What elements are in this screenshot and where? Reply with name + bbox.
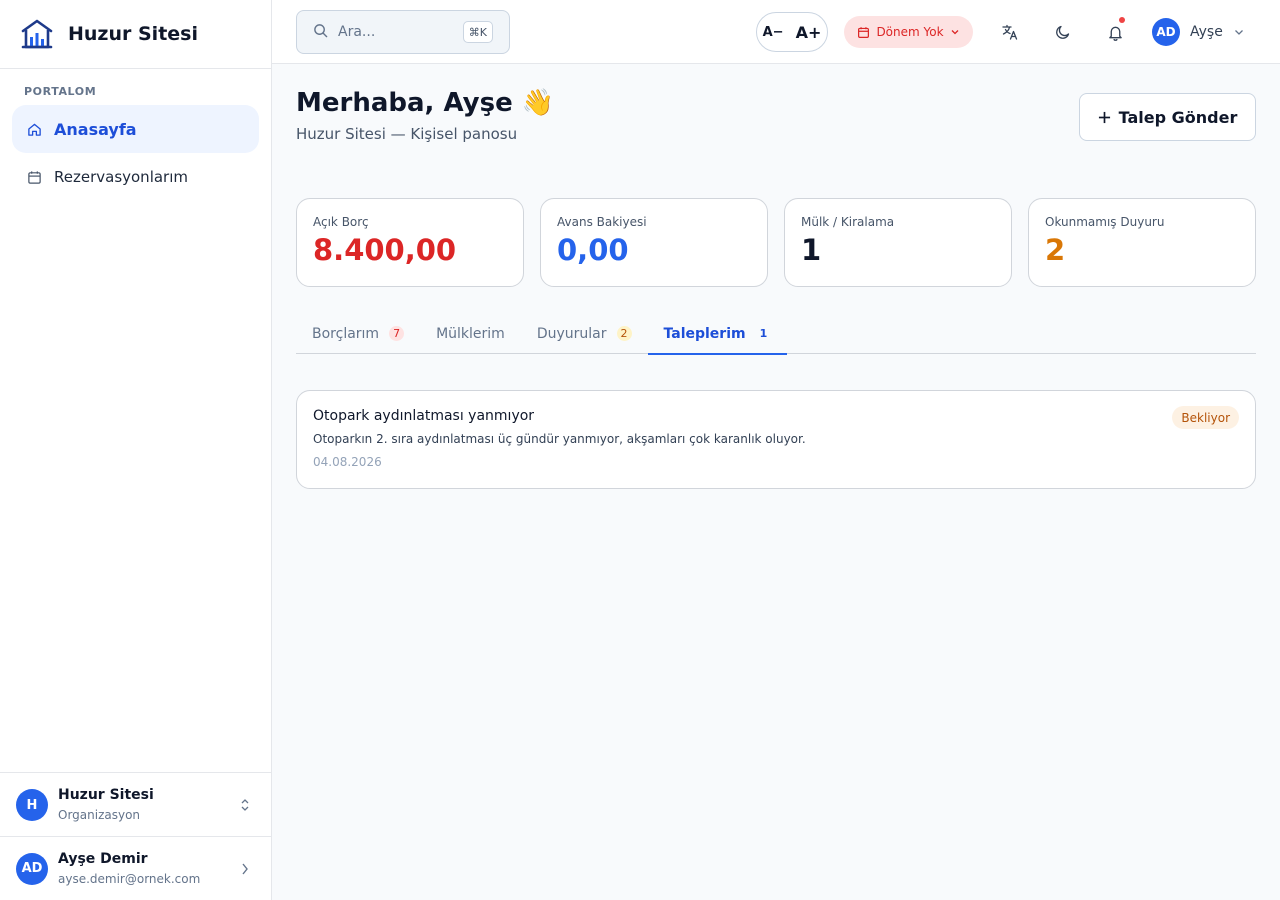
chevron-up-down-icon: [231, 798, 259, 812]
stat-label: Açık Borç: [313, 215, 369, 229]
search-shortcut: ⌘K: [462, 21, 493, 43]
search-input[interactable]: [338, 24, 458, 40]
request-card[interactable]: Otopark aydınlatması yanmıyor Otoparkın …: [296, 390, 1256, 489]
tab-properties[interactable]: Mülklerim: [420, 313, 521, 354]
page-subtitle: Huzur Sitesi — Kişisel panosu: [296, 125, 518, 143]
tab-label: Mülklerim: [436, 325, 505, 342]
avatar: AD: [16, 852, 48, 885]
stat-value: 2: [1045, 233, 1066, 267]
home-icon: [26, 121, 42, 137]
tab-label: Duyurular: [536, 325, 607, 342]
moon-icon: [1056, 25, 1070, 39]
user-email: ayse.demir@ornek.com: [58, 871, 201, 886]
user-profile-menu[interactable]: AD Ayşe Demir ayse.demir@ornek.com: [0, 836, 271, 900]
tabs: Borçlarım 7 Mülklerim Duyurular 2 Talepl…: [296, 313, 1256, 355]
organization-switcher[interactable]: H Huzur Sitesi Organizasyon: [0, 772, 271, 837]
avatar: AD: [1152, 18, 1180, 46]
notification-dot: [1119, 17, 1125, 23]
period-selector[interactable]: Dönem Yok: [844, 16, 973, 48]
chevron-down-icon: [951, 30, 959, 35]
send-request-label: Talep Gönder: [1118, 107, 1238, 127]
calendar-icon: [858, 26, 870, 38]
sidebar-item-label: Anasayfa: [54, 119, 137, 139]
stat-value: 8.400,00: [313, 233, 457, 267]
stat-label: Avans Bakiyesi: [557, 215, 647, 229]
notifications-button[interactable]: [1103, 17, 1127, 44]
request-description: Otoparkın 2. sıra aydınlatması üç gündür…: [313, 432, 806, 446]
user-menu[interactable]: AD Ayşe: [1152, 18, 1245, 46]
count-badge: 7: [389, 326, 405, 341]
translate-icon: [1002, 24, 1018, 40]
tab-debts[interactable]: Borçlarım 7: [296, 313, 420, 354]
stat-card-unread-announcements: Okunmamış Duyuru 2: [1028, 198, 1256, 287]
stat-value: 0,00: [557, 233, 629, 267]
request-date: 04.08.2026: [313, 455, 382, 469]
user-name: Ayşe: [1190, 24, 1223, 40]
organization-info: Huzur Sitesi Organizasyon: [58, 786, 231, 824]
sidebar-item-home[interactable]: Anasayfa: [12, 105, 259, 153]
tab-label: Taleplerim: [663, 325, 746, 342]
tab-announcements[interactable]: Duyurular 2: [521, 313, 648, 354]
status-badge: Bekliyor: [1172, 406, 1239, 429]
brand[interactable]: Huzur Sitesi: [0, 0, 271, 69]
request-title: Otopark aydınlatması yanmıyor: [313, 408, 535, 424]
send-request-button[interactable]: Talep Gönder: [1079, 93, 1256, 141]
stat-card-property: Mülk / Kiralama 1: [784, 198, 1012, 287]
building-icon: [21, 19, 53, 49]
page-title: Merhaba, Ayşe 👋: [296, 88, 555, 118]
stat-card-open-debt: Açık Borç 8.400,00: [296, 198, 524, 287]
organization-avatar: H: [16, 789, 48, 821]
period-label: Dönem Yok: [876, 25, 944, 39]
organization-type: Organizasyon: [58, 808, 141, 822]
count-badge: 1: [759, 327, 768, 340]
user-name: Ayşe Demir: [58, 850, 148, 867]
font-decrease-button[interactable]: A−: [763, 25, 784, 40]
font-increase-button[interactable]: A+: [796, 23, 822, 42]
sidebar-item-reservations[interactable]: Rezervasyonlarım: [12, 153, 259, 201]
stat-label: Okunmamış Duyuru: [1045, 215, 1165, 229]
search-icon: [313, 23, 328, 42]
plus-icon: [1098, 111, 1110, 123]
calendar-icon: [26, 169, 42, 185]
topbar: ⌘K A− A+ Dönem Yok AD Ayşe: [272, 0, 1280, 64]
stat-card-advance-balance: Avans Bakiyesi 0,00: [540, 198, 768, 287]
sidebar: Huzur Sitesi PORTALOM Anasayfa Rezervasy…: [0, 0, 272, 900]
sidebar-item-label: Rezervasyonlarım: [54, 168, 188, 186]
user-info: Ayşe Demir ayse.demir@ornek.com: [58, 850, 231, 888]
stats-row: Açık Borç 8.400,00 Avans Bakiyesi 0,00 M…: [296, 198, 1256, 287]
search-box[interactable]: ⌘K: [296, 10, 510, 54]
nav-section: PORTALOM Anasayfa Rezervasyonlarım: [0, 69, 271, 201]
brand-name: Huzur Sitesi: [68, 23, 198, 45]
language-button[interactable]: [998, 20, 1022, 44]
bell-icon: [1108, 26, 1122, 41]
tab-label: Borçlarım: [312, 325, 380, 342]
chevron-right-icon: [231, 862, 259, 876]
organization-name: Huzur Sitesi: [58, 787, 154, 803]
theme-toggle[interactable]: [1051, 20, 1075, 44]
stat-label: Mülk / Kiralama: [801, 215, 895, 229]
font-size-control: A− A+: [756, 12, 828, 52]
chevron-down-icon: [1234, 30, 1243, 35]
count-badge: 2: [616, 326, 632, 341]
nav-section-heading: PORTALOM: [24, 85, 97, 98]
tab-requests[interactable]: Taleplerim 1: [647, 313, 788, 355]
stat-value: 1: [801, 233, 822, 267]
